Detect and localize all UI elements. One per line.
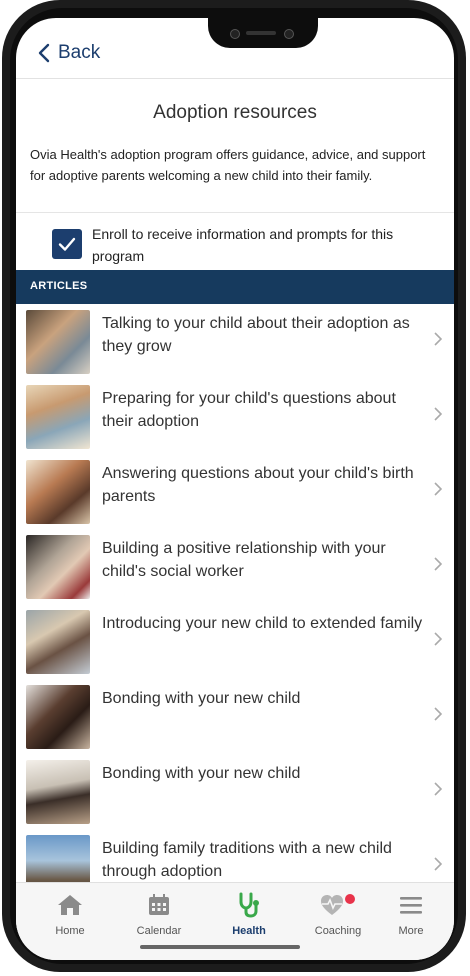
article-row[interactable]: Talking to your child about their adopti… (16, 304, 454, 379)
tab-home[interactable]: Home (30, 891, 110, 937)
article-thumbnail (26, 685, 90, 749)
home-icon (58, 895, 82, 915)
chevron-right-icon (434, 782, 442, 796)
calendar-icon (149, 894, 169, 915)
tab-label: Health (232, 925, 266, 937)
chevron-right-icon (434, 332, 442, 346)
home-indicator[interactable] (140, 945, 300, 949)
back-button[interactable]: Back (38, 42, 100, 64)
article-row[interactable]: Building family traditions with a new ch… (16, 829, 454, 882)
divider (16, 212, 454, 213)
article-list: Talking to your child about their adopti… (16, 304, 454, 882)
article-row[interactable]: Building a positive relationship with yo… (16, 529, 454, 604)
article-row[interactable]: Introducing your new child to extended f… (16, 604, 454, 679)
chevron-right-icon (434, 482, 442, 496)
speaker-grille (246, 31, 276, 35)
article-title: Talking to your child about their adopti… (102, 315, 410, 355)
device-notch (208, 18, 318, 48)
camera-icon (230, 29, 240, 39)
heartbeat-icon (321, 894, 355, 915)
page-title: Adoption resources (153, 102, 317, 123)
article-title: Bonding with your new child (102, 690, 301, 707)
article-title: Building family traditions with a new ch… (102, 840, 392, 880)
checkmark-icon (58, 237, 76, 251)
section-header-label: ARTICLES (30, 280, 88, 292)
article-title: Answering questions about your child's b… (102, 465, 414, 505)
tab-label: Coaching (314, 925, 362, 937)
tab-coaching[interactable]: Coaching (298, 891, 378, 937)
back-label: Back (58, 42, 101, 63)
tab-label: More (398, 925, 424, 937)
tab-label: Home (55, 925, 85, 937)
articles-section-header: ARTICLES (16, 270, 454, 304)
article-title: Introducing your new child to extended f… (102, 615, 423, 632)
article-title: Bonding with your new child (102, 765, 301, 782)
page-description: Ovia Health's adoption program offers gu… (30, 147, 426, 183)
chevron-right-icon (434, 632, 442, 646)
sensor-icon (284, 29, 294, 39)
tab-health[interactable]: Health (209, 891, 289, 937)
article-row[interactable]: Answering questions about your child's b… (16, 454, 454, 529)
article-thumbnail (26, 535, 90, 599)
tab-more[interactable]: More (386, 891, 436, 937)
article-thumbnail (26, 460, 90, 524)
article-thumbnail (26, 760, 90, 824)
enroll-checkbox[interactable] (52, 229, 82, 259)
stethoscope-icon (239, 892, 259, 918)
article-title: Building a positive relationship with yo… (102, 540, 386, 580)
article-thumbnail (26, 835, 90, 882)
article-title: Preparing for your child's questions abo… (102, 390, 396, 430)
enroll-label: Enroll to receive information and prompt… (92, 226, 394, 264)
menu-icon (400, 897, 422, 914)
notification-dot (345, 894, 355, 904)
article-thumbnail (26, 610, 90, 674)
article-thumbnail (26, 385, 90, 449)
chevron-left-icon (38, 43, 50, 63)
chevron-right-icon (434, 557, 442, 571)
tab-label: Calendar (136, 925, 182, 937)
chevron-right-icon (434, 707, 442, 721)
article-row[interactable]: Preparing for your child's questions abo… (16, 379, 454, 454)
article-row[interactable]: Bonding with your new child (16, 679, 454, 754)
chevron-right-icon (434, 407, 442, 421)
article-row[interactable]: Bonding with your new child (16, 754, 454, 829)
app-screen: Back Adoption resources Ovia Health's ad… (16, 18, 454, 960)
article-thumbnail (26, 310, 90, 374)
chevron-right-icon (434, 857, 442, 871)
tab-calendar[interactable]: Calendar (119, 891, 199, 937)
